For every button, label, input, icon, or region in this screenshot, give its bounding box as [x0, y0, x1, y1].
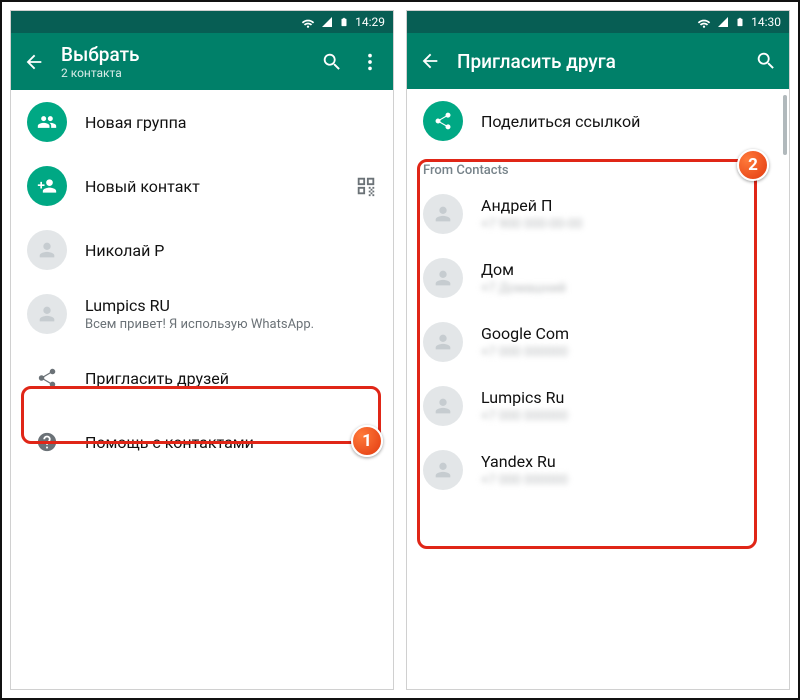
share-icon: [27, 358, 67, 398]
contact-row[interactable]: Lumpics RU Всем привет! Я использую What…: [11, 282, 393, 346]
more-icon[interactable]: [359, 51, 381, 73]
contact-phone: +7 000 000000: [481, 473, 773, 488]
battery-icon: [339, 15, 349, 29]
contact-phone: +7 900 000-00-00: [481, 217, 773, 232]
contact-name: Николай Р: [85, 241, 377, 260]
contact-row[interactable]: Николай Р: [11, 218, 393, 282]
clock-text: 14:30: [751, 15, 781, 29]
contact-row[interactable]: Андрей П +7 900 000-00-00: [407, 182, 789, 246]
person-icon: [423, 386, 463, 426]
phone-right: 14:30 Пригласить друга Поделиться ссылко…: [406, 10, 790, 690]
person-icon: [27, 294, 67, 334]
person-icon: [423, 258, 463, 298]
contact-name: Lumpics RU: [85, 296, 377, 315]
contact-phone: +7 Домашний: [481, 281, 773, 296]
contact-name: Yandex Ru: [481, 452, 773, 471]
group-icon: [27, 102, 67, 142]
signal-icon: [321, 16, 333, 28]
signal-icon: [717, 16, 729, 28]
battery-icon: [735, 15, 745, 29]
person-icon: [27, 230, 67, 270]
app-bar: Выбрать 2 контакта: [11, 33, 393, 90]
contact-name: Lumpics Ru: [481, 388, 773, 407]
section-header: From Contacts: [407, 153, 789, 182]
contact-phone: +7 000 000000: [481, 345, 773, 360]
search-icon[interactable]: [755, 50, 777, 72]
new-group-row[interactable]: Новая группа: [11, 90, 393, 154]
status-bar: 14:29: [11, 11, 393, 33]
content-area: Поделиться ссылкой From Contacts Андрей …: [407, 89, 789, 689]
row-label: Новая группа: [85, 113, 377, 132]
person-icon: [423, 322, 463, 362]
row-label: Помощь с контактами: [85, 433, 377, 452]
contact-phone: +7 000 000000: [481, 409, 773, 424]
wifi-icon: [301, 15, 315, 29]
share-link-row[interactable]: Поделиться ссылкой: [407, 89, 789, 153]
share-icon: [423, 101, 463, 141]
person-icon: [423, 194, 463, 234]
person-icon: [423, 450, 463, 490]
contact-row[interactable]: Yandex Ru +7 000 000000: [407, 438, 789, 502]
new-contact-row[interactable]: Новый контакт: [11, 154, 393, 218]
clock-text: 14:29: [355, 15, 385, 29]
contact-row[interactable]: Lumpics Ru +7 000 000000: [407, 374, 789, 438]
contact-name: Андрей П: [481, 196, 773, 215]
page-title: Выбрать: [61, 43, 305, 66]
contact-row[interactable]: Google Com +7 000 000000: [407, 310, 789, 374]
search-icon[interactable]: [321, 51, 343, 73]
scrollbar[interactable]: [783, 95, 787, 155]
app-bar: Пригласить друга: [407, 33, 789, 89]
add-person-icon: [27, 166, 67, 206]
contact-status: Всем привет! Я использую WhatsApp.: [85, 317, 377, 332]
phone-left: 14:29 Выбрать 2 контакта Новая груп: [10, 10, 394, 690]
contacts-help-row[interactable]: Помощь с контактами: [11, 410, 393, 474]
contact-row[interactable]: Дом +7 Домашний: [407, 246, 789, 310]
invite-friends-row[interactable]: Пригласить друзей: [11, 346, 393, 410]
row-label: Пригласить друзей: [85, 369, 377, 388]
page-subtitle: 2 контакта: [61, 66, 305, 80]
row-label: Новый контакт: [85, 177, 337, 196]
contact-name: Дом: [481, 260, 773, 279]
row-label: Поделиться ссылкой: [481, 112, 773, 131]
status-bar: 14:30: [407, 11, 789, 33]
qr-icon[interactable]: [355, 175, 377, 197]
page-title: Пригласить друга: [457, 50, 739, 73]
contact-name: Google Com: [481, 324, 773, 343]
wifi-icon: [697, 15, 711, 29]
back-icon[interactable]: [23, 51, 45, 73]
content-area: Новая группа Новый контакт Николай Р: [11, 90, 393, 689]
back-icon[interactable]: [419, 50, 441, 72]
help-icon: [27, 422, 67, 462]
